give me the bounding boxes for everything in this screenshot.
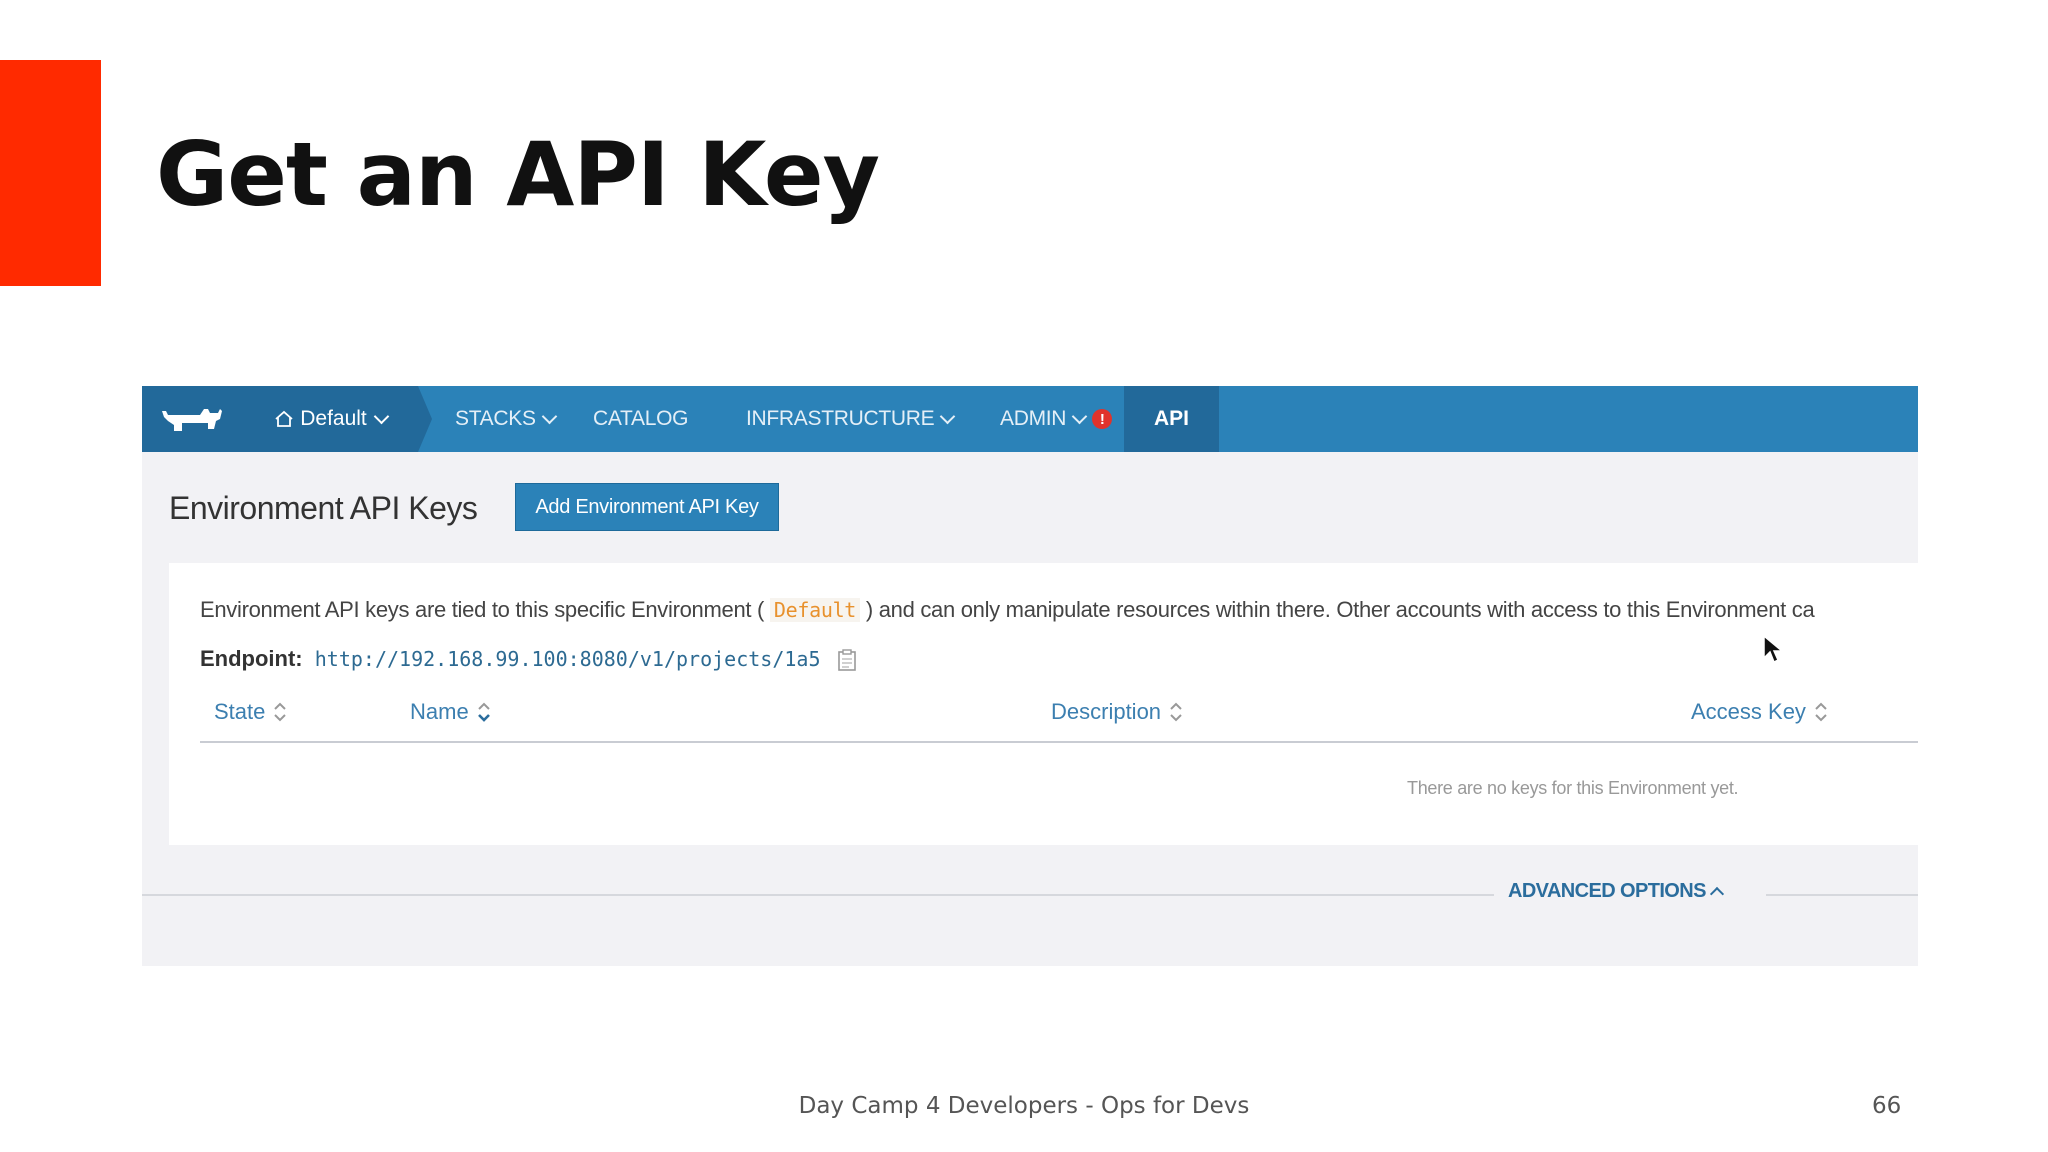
mouse-cursor-icon — [1763, 634, 1784, 664]
rancher-cow-logo-icon — [162, 409, 222, 431]
slide-page-number: 66 — [1872, 1093, 1902, 1119]
home-icon — [275, 410, 293, 427]
advanced-divider-right — [1766, 894, 1918, 896]
info-suffix: ) and can only manipulate resources with… — [865, 597, 1815, 622]
top-navbar: Default STACKS CATALOG INFRASTRUCTURE AD… — [142, 386, 1918, 452]
column-header-name[interactable]: Name — [410, 699, 491, 725]
app-screenshot: Default STACKS CATALOG INFRASTRUCTURE AD… — [142, 386, 1918, 966]
info-environment-code: Default — [769, 598, 861, 622]
add-environment-api-key-button[interactable]: Add Environment API Key — [515, 483, 779, 531]
info-text: Environment API keys are tied to this sp… — [200, 597, 1918, 623]
sort-icon — [274, 702, 287, 722]
column-header-access-key-label: Access Key — [1691, 699, 1806, 724]
endpoint-label: Endpoint: — [200, 646, 303, 671]
sort-icon — [1815, 702, 1827, 722]
slide-footer: Day Camp 4 Developers - Ops for Devs — [798, 1093, 1250, 1119]
column-header-state-label: State — [214, 699, 266, 724]
chevron-down-icon — [940, 408, 956, 425]
slide-accent-bar — [0, 60, 101, 286]
environment-switcher[interactable]: Default — [243, 386, 418, 452]
nav-infrastructure[interactable]: INFRASTRUCTURE — [746, 386, 956, 452]
column-header-state[interactable]: State — [214, 699, 287, 725]
column-header-access-key[interactable]: Access Key — [1691, 699, 1828, 725]
environment-arrow — [418, 386, 432, 452]
chevron-down-icon — [1071, 408, 1088, 425]
nav-admin-label: ADMIN — [1000, 407, 1067, 430]
chevron-down-icon — [541, 408, 557, 425]
chevron-down-icon — [373, 408, 390, 425]
advanced-options-toggle[interactable]: ADVANCED OPTIONS — [1508, 880, 1724, 903]
sort-down-icon — [477, 702, 490, 722]
table-header-row: State Name Description Access Key — [200, 693, 1918, 743]
nav-stacks[interactable]: STACKS — [455, 386, 557, 452]
advanced-options-label: ADVANCED OPTIONS — [1508, 880, 1706, 902]
nav-api[interactable]: API — [1124, 386, 1219, 452]
column-header-description-label: Description — [1051, 699, 1162, 724]
nav-catalog[interactable]: CATALOG — [593, 386, 688, 452]
logo[interactable] — [142, 386, 243, 452]
info-prefix: Environment API keys are tied to this sp… — [200, 597, 765, 622]
chevron-up-icon — [1709, 886, 1724, 902]
column-header-description[interactable]: Description — [1051, 699, 1183, 725]
nav-api-label: API — [1153, 407, 1189, 430]
endpoint-url[interactable]: http://192.168.99.100:8080/v1/projects/1… — [315, 647, 821, 671]
alert-icon: ! — [1092, 409, 1113, 429]
slide-title: Get an API Key — [156, 123, 880, 226]
nav-infrastructure-label: INFRASTRUCTURE — [746, 407, 935, 430]
nav-catalog-label: CATALOG — [593, 407, 689, 430]
sort-icon — [1170, 702, 1182, 722]
clipboard-icon[interactable] — [837, 649, 857, 671]
nav-stacks-label: STACKS — [455, 407, 536, 430]
column-header-name-label: Name — [410, 699, 469, 724]
endpoint-line: Endpoint: http://192.168.99.100:8080/v1/… — [200, 646, 857, 672]
table-empty-message: There are no keys for this Environment y… — [1407, 778, 1739, 798]
advanced-divider-left — [142, 894, 1494, 896]
page-heading: Environment API Keys — [169, 490, 478, 526]
nav-admin[interactable]: ADMIN ! — [1000, 386, 1113, 452]
api-keys-card: Environment API keys are tied to this sp… — [169, 563, 1918, 845]
environment-name: Default — [300, 407, 367, 430]
